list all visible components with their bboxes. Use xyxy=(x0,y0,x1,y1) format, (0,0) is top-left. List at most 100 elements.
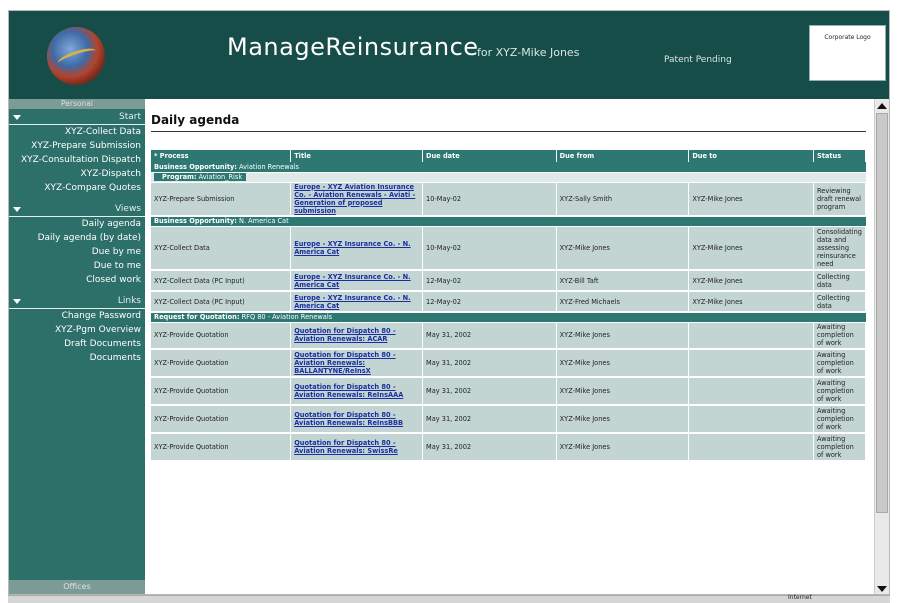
task-title-link[interactable]: Quotation for Dispatch 80 - Aviation Ren… xyxy=(294,351,395,375)
scrollbar-thumb[interactable] xyxy=(876,113,888,513)
cell-due-date: May 31, 2002 xyxy=(422,322,557,350)
sidebar-item-pgm-overview[interactable]: XYZ-Pgm Overview xyxy=(9,323,145,337)
cell-status: Awaiting completion of work xyxy=(813,349,866,378)
browser-window: ManageReinsurance for XYZ-Mike Jones Pat… xyxy=(8,10,890,595)
cell-due-to: XYZ-Mike Jones xyxy=(688,270,814,292)
task-title-link[interactable]: Quotation for Dispatch 80 - Aviation Ren… xyxy=(294,327,395,343)
cell-due-to: XYZ-Mike Jones xyxy=(688,291,814,313)
app-title: ManageReinsurance xyxy=(227,33,479,61)
current-user-label: for XYZ-Mike Jones xyxy=(477,46,580,59)
sidebar-section-offices[interactable]: Offices xyxy=(9,580,145,594)
globe-logo-icon xyxy=(47,27,105,85)
sidebar-section-personal[interactable]: Personal xyxy=(9,99,145,109)
sidebar-item-collect-data[interactable]: XYZ-Collect Data xyxy=(9,125,145,139)
cell-status: Collecting data xyxy=(813,291,866,313)
group-header-row: Request for Quotation: RFQ 80 - Aviation… xyxy=(151,312,866,323)
patent-label: Patent Pending xyxy=(664,55,732,65)
table-header-row: * Process Title Due date Due from Due to… xyxy=(151,150,866,162)
cell-status: Awaiting completion of work xyxy=(813,377,866,406)
table-row: XYZ-Collect Data (PC Input) Europe - XYZ… xyxy=(151,270,866,292)
table-row: XYZ-Collect Data Europe - XYZ Insurance … xyxy=(151,226,866,271)
sidebar-item-due-to-me[interactable]: Due to me xyxy=(9,259,145,273)
collapse-triangle-icon[interactable] xyxy=(13,207,21,212)
group-name: RFQ 80 - Aviation Renewals xyxy=(239,313,333,322)
cell-status: Collecting data xyxy=(813,270,866,292)
column-header-title[interactable]: Title xyxy=(290,150,424,162)
table-row: XYZ-Provide Quotation Quotation for Disp… xyxy=(151,349,866,378)
task-title-link[interactable]: Europe - XYZ Aviation Insurance Co. - Av… xyxy=(294,183,415,215)
cell-process: XYZ-Collect Data (PC Input) xyxy=(151,270,292,292)
cell-process: XYZ-Provide Quotation xyxy=(151,349,292,378)
cell-due-from: XYZ-Sally Smith xyxy=(556,182,690,217)
sidebar-item-closed-work[interactable]: Closed work xyxy=(9,273,145,287)
sidebar-category-links[interactable]: Links xyxy=(9,293,145,309)
cell-process: XYZ-Collect Data xyxy=(151,226,292,271)
sidebar-item-daily-agenda-by-date[interactable]: Daily agenda (by date) xyxy=(9,231,145,245)
main-content: Daily agenda * Process Title Due date Du… xyxy=(145,99,874,594)
sidebar-category-label: Views xyxy=(114,204,141,214)
program-name: Aviation_Risk xyxy=(196,173,243,181)
column-header-due-from[interactable]: Due from xyxy=(556,150,690,162)
task-title-link[interactable]: Europe - XYZ Insurance Co. - N. America … xyxy=(294,273,411,289)
column-header-due-date[interactable]: Due date xyxy=(422,150,557,162)
cell-process: XYZ-Prepare Submission xyxy=(151,182,292,217)
cell-due-date: May 31, 2002 xyxy=(422,377,557,406)
cell-due-date: 12-May-02 xyxy=(422,291,557,313)
cell-due-to xyxy=(688,405,814,434)
table-row: XYZ-Provide Quotation Quotation for Disp… xyxy=(151,322,866,350)
task-title-link[interactable]: Europe - XYZ Insurance Co. - N. America … xyxy=(294,240,411,256)
cell-process: XYZ-Provide Quotation xyxy=(151,322,292,350)
sidebar-item-documents[interactable]: Documents xyxy=(9,351,145,365)
program-type: Program: xyxy=(162,173,197,181)
sidebar-category-label: Links xyxy=(117,296,141,306)
sidebar-item-due-by-me[interactable]: Due by me xyxy=(9,245,145,259)
sidebar-item-change-password[interactable]: Change Password xyxy=(9,309,145,323)
sidebar-category-start[interactable]: Start xyxy=(9,109,145,125)
table-row: XYZ-Provide Quotation Quotation for Disp… xyxy=(151,377,866,406)
cell-due-from: XYZ-Bill Taft xyxy=(556,270,690,292)
sidebar-item-compare-quotes[interactable]: XYZ-Compare Quotes xyxy=(9,181,145,195)
table-row: XYZ-Collect Data (PC Input) Europe - XYZ… xyxy=(151,291,866,313)
group-header-row: Business Opportunity: Aviation Renewals xyxy=(151,162,866,173)
column-header-due-to[interactable]: Due to xyxy=(688,150,814,162)
scroll-down-arrow-icon[interactable] xyxy=(877,586,887,592)
group-type: Business Opportunity: xyxy=(154,217,237,226)
column-header-status[interactable]: Status xyxy=(813,150,866,162)
sidebar-category-views[interactable]: Views xyxy=(9,201,145,217)
vertical-scrollbar[interactable] xyxy=(874,99,889,594)
browser-status-bar: Internet xyxy=(8,594,890,603)
sidebar-item-prepare-submission[interactable]: XYZ-Prepare Submission xyxy=(9,139,145,153)
table-row: XYZ-Provide Quotation Quotation for Disp… xyxy=(151,405,866,434)
task-title-link[interactable]: Quotation for Dispatch 80 - Aviation Ren… xyxy=(294,411,403,427)
collapse-triangle-icon[interactable] xyxy=(13,115,21,120)
cell-due-from: XYZ-Mike Jones xyxy=(556,433,690,462)
collapse-triangle-icon[interactable] xyxy=(13,299,21,304)
app-header: ManageReinsurance for XYZ-Mike Jones Pat… xyxy=(9,11,889,99)
table-row: XYZ-Provide Quotation Quotation for Disp… xyxy=(151,433,866,462)
sidebar-item-consultation-dispatch[interactable]: XYZ-Consultation Dispatch xyxy=(9,153,145,167)
cell-due-date: 10-May-02 xyxy=(422,182,557,217)
sidebar-item-daily-agenda[interactable]: Daily agenda xyxy=(9,217,145,231)
cell-process: XYZ-Provide Quotation xyxy=(151,405,292,434)
security-zone-label: Internet xyxy=(788,594,812,601)
task-title-link[interactable]: Quotation for Dispatch 80 - Aviation Ren… xyxy=(294,383,403,399)
cell-due-from: XYZ-Mike Jones xyxy=(556,322,690,350)
title-divider xyxy=(151,131,866,132)
scroll-up-arrow-icon[interactable] xyxy=(877,103,887,109)
group-name: N. America Cat xyxy=(236,217,289,226)
cell-process: XYZ-Provide Quotation xyxy=(151,377,292,406)
table-row: XYZ-Prepare Submission Europe - XYZ Avia… xyxy=(151,182,866,217)
group-header-row: Business Opportunity: N. America Cat xyxy=(151,216,866,227)
cell-process: XYZ-Provide Quotation xyxy=(151,433,292,462)
corporate-logo: Corporate Logo xyxy=(809,25,886,81)
task-title-link[interactable]: Quotation for Dispatch 80 - Aviation Ren… xyxy=(294,439,398,455)
task-title-link[interactable]: Europe - XYZ Insurance Co. - N. America … xyxy=(294,294,411,310)
page-title: Daily agenda xyxy=(151,113,240,127)
column-header-process[interactable]: * Process xyxy=(151,150,292,162)
sidebar-item-draft-documents[interactable]: Draft Documents xyxy=(9,337,145,351)
sidebar-item-dispatch[interactable]: XYZ-Dispatch xyxy=(9,167,145,181)
cell-due-to xyxy=(688,433,814,462)
program-header-row: Program: Aviation_Risk xyxy=(151,172,866,183)
sidebar: Personal Start XYZ-Collect Data XYZ-Prep… xyxy=(9,99,145,594)
cell-status: Consolidating data and assessing reinsur… xyxy=(813,226,866,271)
